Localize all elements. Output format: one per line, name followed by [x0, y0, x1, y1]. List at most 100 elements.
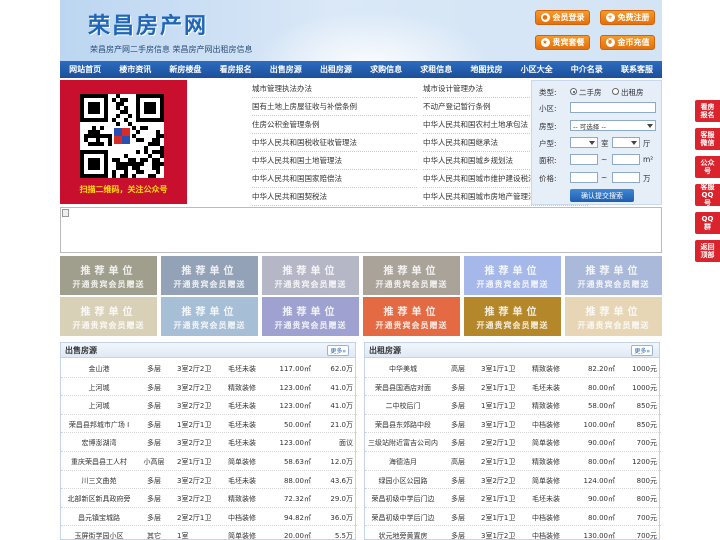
price-unit: 万 — [643, 174, 651, 183]
room-select[interactable]: -- 可选择 -- — [570, 120, 656, 131]
recommend-slot[interactable]: 推荐单位 开通贵宾会员赠送 — [60, 256, 157, 295]
nav-item-3[interactable]: 看房报名 — [211, 61, 261, 78]
price-max-input[interactable] — [612, 172, 640, 183]
listing-row[interactable]: 荣昌初级中学后门边 多层 2室1厅1卫 中档装修 80.00㎡ 700元 — [365, 508, 661, 527]
law-link-left-2[interactable]: 住房公积金管理条例 — [252, 116, 417, 134]
listing-cell: 1000元 — [632, 383, 657, 392]
recommend-slot[interactable]: 推荐单位 开通贵宾会员赠送 — [464, 256, 561, 295]
register-button[interactable]: + 免费注册 — [600, 10, 655, 25]
broken-image-icon — [62, 209, 69, 217]
listing-row[interactable]: 中华美城 高层 3室1厅1卫 精致装修 82.20㎡ 1000元 — [365, 359, 661, 378]
nav-item-8[interactable]: 地图找房 — [461, 61, 511, 78]
recharge-button[interactable]: ¥ 金币充值 — [600, 35, 655, 50]
listing-row[interactable]: 川三文曲苑 多层 3室2厅2卫 毛坯未装 88.00㎡ 43.6万 — [61, 471, 357, 490]
recommend-slot[interactable]: 推荐单位 开通贵宾会员赠送 — [262, 256, 359, 295]
listing-cell: 荣昌县邦城市广场 I — [68, 420, 130, 429]
radio-secondhand[interactable] — [570, 88, 577, 95]
nav-item-11[interactable]: 联系客服 — [612, 61, 662, 78]
recommend-title: 推荐单位 — [585, 265, 642, 277]
area-max-input[interactable] — [612, 154, 640, 165]
qq-side-button[interactable]: 客服QQ号 — [695, 183, 720, 207]
listing-cell: 毛坯未装 — [228, 365, 256, 373]
recommend-slot[interactable]: 推荐单位 开通贵宾会员赠送 — [161, 256, 258, 295]
radio-rent[interactable] — [612, 88, 619, 95]
listing-cell: 金山港 — [88, 365, 110, 373]
law-link-left-0[interactable]: 城市管理执法办法 — [252, 80, 417, 98]
recommend-slot[interactable]: 推荐单位 开通贵宾会员赠送 — [565, 256, 662, 295]
qq-icon: 客服QQ号 — [700, 183, 715, 207]
listing-row[interactable]: 海德浩月 高层 2室1厅1卫 精致装修 80.00㎡ 1200元 — [365, 452, 661, 471]
listing-row[interactable]: 上河城 多层 3室2厅2卫 毛坯未装 123.00㎡ 41.0万 — [61, 396, 357, 415]
search-submit-button[interactable]: 确认提交搜索 — [570, 189, 634, 202]
listing-row[interactable]: 宏博澎湖湾 多层 3室2厅2卫 毛坯未装 123.00㎡ 面议 — [61, 433, 357, 452]
listing-row[interactable]: 荣昌县东郊路中段 多层 3室1厅1卫 中档装修 100.00㎡ 850元 — [365, 415, 661, 434]
nav-item-7[interactable]: 求租信息 — [411, 61, 461, 78]
sale-listings: 出售房源 更多» 金山港 多层 3室2厅2卫 毛坯未装 117.00㎡ 62.0万 上河城多… — [60, 342, 357, 540]
qq-group-side-button[interactable]: QQ群 — [695, 212, 720, 234]
listing-cell: 850元 — [636, 420, 657, 429]
law-link-left-3[interactable]: 中华人民共和国税收征收管理法 — [252, 134, 417, 152]
recommend-slot[interactable]: 推荐单位 开通贵宾会员赠送 — [363, 297, 460, 336]
qr-caption: 扫描二维码，关注公众号 — [79, 185, 168, 194]
listing-row[interactable]: 荣昌县国酒店对面 多层 2室1厅1卫 毛坯未装 80.00㎡ 1000元 — [365, 378, 661, 397]
area-min-input[interactable] — [570, 154, 598, 165]
listing-cell: 昌元镇宝城路 — [78, 513, 120, 522]
listing-row[interactable]: 绿园小区公园路 多层 3室2厅2卫 简单装修 124.00㎡ 800元 — [365, 471, 661, 490]
listing-row[interactable]: 重庆荣昌县工人村 小高层 2室1厅1卫 简单装修 58.63㎡ 12.0万 — [61, 452, 357, 471]
site-logo[interactable]: 荣昌房产网 — [88, 8, 208, 40]
ad-banner[interactable] — [60, 207, 662, 253]
recommend-slot[interactable]: 推荐单位 开通贵宾会员赠送 — [262, 297, 359, 336]
room-unit: 室 — [601, 139, 609, 148]
nav-item-0[interactable]: 网站首页 — [60, 61, 110, 78]
listing-cell: 3室1厅2卫 — [481, 532, 516, 540]
official-account-side-button[interactable]: 公众号 — [695, 156, 720, 178]
listing-row[interactable]: 三级站附近富吉公司内 多层 2室2厅1卫 简单装修 90.00㎡ 700元 — [365, 433, 661, 452]
listing-cell: 多层 — [451, 383, 465, 392]
sale-more-link[interactable]: 更多» — [327, 345, 349, 356]
community-input[interactable] — [570, 102, 656, 113]
listing-cell: 3室2厅2卫 — [177, 402, 212, 411]
rent-more-link[interactable]: 更多» — [631, 345, 653, 356]
listing-row[interactable]: 荣昌初级中学后门边 多层 2室1厅1卫 毛坯未装 90.00㎡ 800元 — [365, 489, 661, 508]
recommend-slot[interactable]: 推荐单位 开通贵宾会员赠送 — [464, 297, 561, 336]
nav-item-9[interactable]: 小区大全 — [512, 61, 562, 78]
nav-item-4[interactable]: 出售房源 — [261, 61, 311, 78]
nav-item-2[interactable]: 新房楼盘 — [160, 61, 210, 78]
recommend-title: 推荐单位 — [585, 306, 642, 318]
nav-item-1[interactable]: 楼市资讯 — [110, 61, 160, 78]
law-link-left-1[interactable]: 国有土地上房屋征收与补偿条例 — [252, 98, 417, 116]
listing-row[interactable]: 二中校后门 多层 1室1厅1卫 精致装修 58.00㎡ 850元 — [365, 396, 661, 415]
user-icon: ● — [540, 13, 550, 22]
listing-cell: 高层 — [451, 365, 465, 373]
recommend-title: 推荐单位 — [383, 265, 440, 277]
listing-row[interactable]: 上河城 多层 3室2厅2卫 精致装修 123.00㎡ 41.0万 — [61, 378, 357, 397]
nav-item-10[interactable]: 中介名录 — [562, 61, 612, 78]
listing-row[interactable]: 北部新区新具政府旁 多层 3室2厅2卫 精致装修 72.32㎡ 29.0万 — [61, 489, 357, 508]
hall-count-select[interactable] — [612, 137, 640, 148]
recommend-slot[interactable]: 推荐单位 开通贵宾会员赠送 — [565, 297, 662, 336]
nav-item-5[interactable]: 出租房源 — [311, 61, 361, 78]
recommend-slot[interactable]: 推荐单位 开通贵宾会员赠送 — [363, 256, 460, 295]
nav-item-6[interactable]: 求购信息 — [361, 61, 411, 78]
listing-cell: 94.82㎡ — [283, 513, 311, 522]
listing-cell: 多层 — [451, 532, 465, 540]
listing-row[interactable]: 荣昌县邦城市广场 I 多层 1室2厅1卫 毛坯未装 50.00㎡ 21.0万 — [61, 415, 357, 434]
price-min-input[interactable] — [570, 172, 598, 183]
listing-row[interactable]: 玉屏街学园小区 其它 1室 简单装修 20.00㎡ 5.5万 — [61, 526, 357, 540]
law-link-left-5[interactable]: 中华人民共和国国家赔偿法 — [252, 170, 417, 188]
listing-row[interactable]: 金山港 多层 3室2厅2卫 毛坯未装 117.00㎡ 62.0万 — [61, 359, 357, 378]
back-to-top-side-button[interactable]: 返回顶部 — [695, 240, 720, 262]
recommend-slot[interactable]: 推荐单位 开通贵宾会员赠送 — [60, 297, 157, 336]
law-link-left-6[interactable]: 中华人民共和国契税法 — [252, 188, 417, 206]
room-count-select[interactable] — [570, 137, 598, 148]
signup-side-button[interactable]: 看房报名 — [695, 100, 720, 122]
listing-row[interactable]: 昌元镇宝城路 多层 2室2厅1卫 中档装修 94.82㎡ 36.0万 — [61, 508, 357, 527]
listing-cell: 29.0万 — [330, 495, 353, 504]
wechat-side-button[interactable]: 客服微信 — [695, 128, 720, 150]
law-link-left-4[interactable]: 中华人民共和国土地管理法 — [252, 152, 417, 170]
vip-package-button[interactable]: ★ 贵宾套餐 — [535, 35, 590, 50]
listing-row[interactable]: 状元地旁黄置房 多层 3室1厅2卫 中档装修 130.00㎡ 700元 — [365, 526, 661, 540]
login-button[interactable]: ● 会员登录 — [535, 10, 590, 25]
recommend-slot[interactable]: 推荐单位 开通贵宾会员赠送 — [161, 297, 258, 336]
price-label: 价格: — [539, 174, 557, 183]
